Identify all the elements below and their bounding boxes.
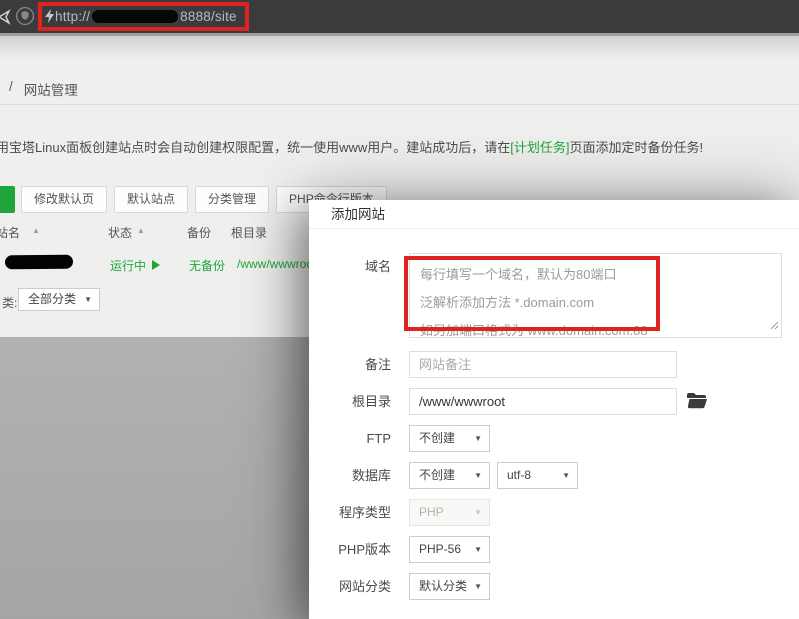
dropdown-arrow-icon: ▼ <box>474 463 482 488</box>
apptype-label: 程序类型 <box>309 499 391 526</box>
domain-placeholder-line: 如另加端口格式为 www.domain.com:88 <box>420 317 771 345</box>
dropdown-arrow-icon: ▼ <box>474 500 482 525</box>
cron-tasks-link[interactable]: [计划任务] <box>510 140 569 155</box>
apptype-select-disabled: PHP ▼ <box>409 499 490 526</box>
sitecategory-select[interactable]: 默认分类 ▼ <box>409 573 490 600</box>
lightning-icon <box>45 9 55 28</box>
sort-asc-icon[interactable]: ▲ <box>137 226 145 235</box>
url-text[interactable]: http:// 8888/site <box>55 0 237 33</box>
url-redaction-bar <box>92 10 178 23</box>
add-site-button[interactable]: 添加站点 <box>0 186 15 213</box>
modal-header: 添加网站 <box>309 200 799 229</box>
database-select[interactable]: 不创建 ▼ <box>409 462 490 489</box>
database-label: 数据库 <box>309 462 391 489</box>
remark-label: 备注 <box>309 351 391 378</box>
table-header-status[interactable]: 状态 <box>108 224 132 241</box>
dropdown-arrow-icon: ▼ <box>84 289 92 310</box>
domain-textarea[interactable]: 每行填写一个域名，默认为80端口 泛解析添加方法 *.domain.com 如另… <box>409 253 782 338</box>
charset-select-value: utf-8 <box>507 468 531 482</box>
sort-asc-icon[interactable]: ▲ <box>32 226 40 235</box>
sitecategory-select-value: 默认分类 <box>419 579 467 593</box>
panel-notice: 用宝塔Linux面板创建站点时会自动创建权限配置，统一使用www用户。建站成功后… <box>0 137 703 156</box>
category-filter-value: 全部分类 <box>28 292 76 306</box>
table-header-backup: 备份 <box>187 224 211 241</box>
rootdir-label: 根目录 <box>309 388 391 415</box>
domain-label: 域名 <box>309 253 391 280</box>
rootdir-input[interactable] <box>409 388 677 415</box>
ftp-label: FTP <box>309 425 391 452</box>
category-filter-select[interactable]: 全部分类 ▼ <box>18 288 100 311</box>
sitecategory-label: 网站分类 <box>309 573 391 600</box>
filter-label: 类: <box>2 294 17 311</box>
modify-default-page-button[interactable]: 修改默认页 <box>21 186 107 213</box>
default-site-button[interactable]: 默认站点 <box>114 186 188 213</box>
phpversion-select[interactable]: PHP-56 ▼ <box>409 536 490 563</box>
site-root-path-link[interactable]: /www/wwwroot <box>237 257 316 271</box>
browser-bar-shadow <box>0 36 799 60</box>
table-header-rootdir: 根目录 <box>231 224 267 241</box>
breadcrumb-current[interactable]: 网站管理 <box>24 79 78 99</box>
domain-placeholder-line: 泛解析添加方法 *.domain.com <box>420 289 771 317</box>
resize-handle-icon[interactable] <box>770 317 779 335</box>
browser-address-bar[interactable]: http:// 8888/site <box>0 0 799 33</box>
url-prefix: http:// <box>55 9 90 24</box>
dropdown-arrow-icon: ▼ <box>474 537 482 562</box>
browser-bar-underline <box>0 33 799 36</box>
breadcrumb: / 网站管理 <box>9 79 78 99</box>
folder-browse-icon[interactable] <box>686 392 708 414</box>
notice-text-before: 用宝塔Linux面板创建站点时会自动创建权限配置，统一使用www用户。建站成功后… <box>0 140 510 155</box>
add-website-modal: 添加网站 域名 每行填写一个域名，默认为80端口 泛解析添加方法 *.domai… <box>309 200 799 619</box>
dropdown-arrow-icon: ▼ <box>562 463 570 488</box>
url-suffix: 8888/site <box>180 9 237 24</box>
domain-placeholder-line: 每行填写一个域名，默认为80端口 <box>420 261 771 289</box>
sitename-redaction-bar <box>5 255 73 270</box>
ftp-select[interactable]: 不创建 ▼ <box>409 425 490 452</box>
category-manage-button[interactable]: 分类管理 <box>195 186 269 213</box>
ftp-select-value: 不创建 <box>419 431 455 445</box>
screen: http:// 8888/site / 网站管理 用宝塔Linux面板创建站点时… <box>0 0 799 619</box>
charset-select[interactable]: utf-8 ▼ <box>497 462 578 489</box>
dropdown-arrow-icon: ▼ <box>474 574 482 599</box>
dropdown-arrow-icon: ▼ <box>474 426 482 451</box>
apptype-select-value: PHP <box>419 505 444 519</box>
table-header-sitename[interactable]: 网站名 <box>0 224 20 241</box>
modal-title: 添加网站 <box>331 200 385 229</box>
shield-extension-icon[interactable] <box>15 6 35 31</box>
remark-input[interactable] <box>409 351 677 378</box>
breadcrumb-separator: / <box>9 79 13 99</box>
phpversion-select-value: PHP-56 <box>419 542 461 556</box>
phpversion-label: PHP版本 <box>309 536 391 563</box>
play-icon[interactable] <box>152 260 160 270</box>
database-select-value: 不创建 <box>419 468 455 482</box>
notice-text-after: 页面添加定时备份任务! <box>569 140 703 155</box>
partial-cursor-icon <box>0 9 11 30</box>
site-backup-link[interactable]: 无备份 <box>189 257 225 274</box>
breadcrumb-divider <box>0 104 799 105</box>
site-status[interactable]: 运行中 <box>110 257 160 274</box>
